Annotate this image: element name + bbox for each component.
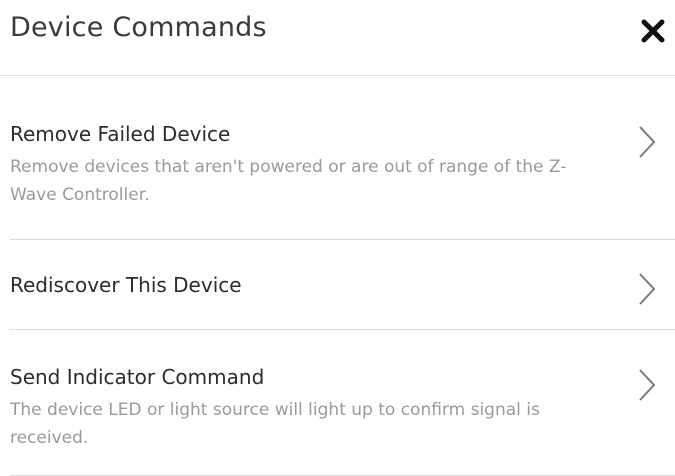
device-commands-panel: Device Commands Remove Failed Device Rem… (0, 0, 675, 476)
chevron-right-icon (636, 366, 658, 404)
command-remove-failed-device[interactable]: Remove Failed Device Remove devices that… (10, 76, 675, 240)
command-title: Remove Failed Device (10, 122, 231, 146)
command-description: Remove devices that aren't powered or ar… (10, 157, 567, 205)
command-title: Rediscover This Device (10, 273, 242, 297)
panel-header: Device Commands (0, 0, 675, 76)
panel-title: Device Commands (10, 12, 267, 43)
command-list: Remove Failed Device Remove devices that… (0, 76, 675, 476)
chevron-right-icon (636, 270, 658, 308)
command-send-indicator[interactable]: Send Indicator Command The device LED or… (10, 330, 675, 476)
close-icon (641, 19, 665, 43)
command-title: Send Indicator Command (10, 365, 265, 389)
close-button[interactable] (638, 16, 668, 46)
command-rediscover-device[interactable]: Rediscover This Device (10, 240, 675, 330)
command-description: The device LED or light source will ligh… (10, 400, 540, 448)
chevron-right-icon (636, 123, 658, 161)
